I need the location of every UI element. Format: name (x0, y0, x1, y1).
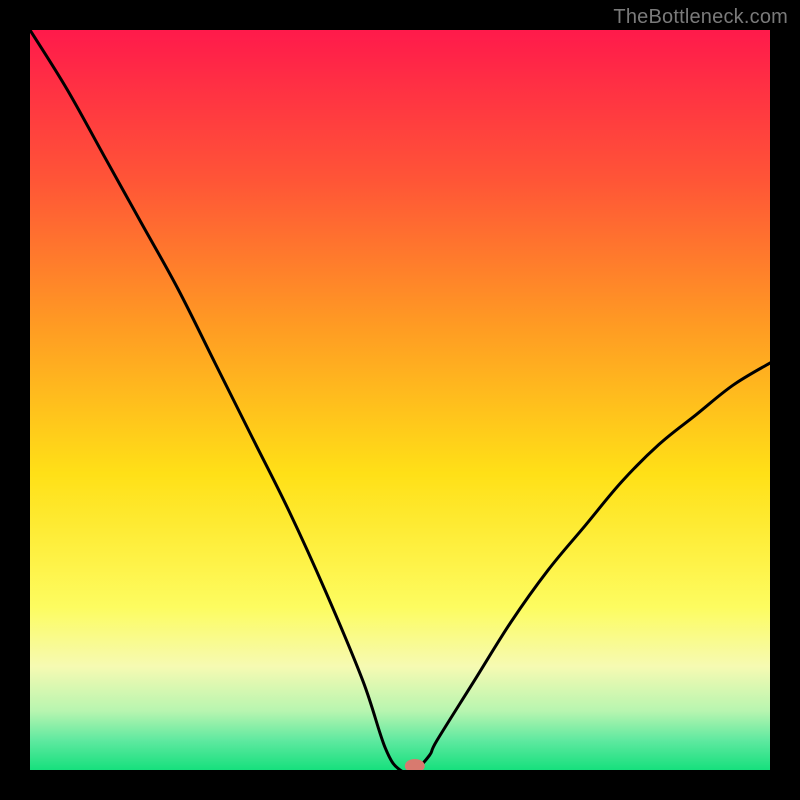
bottleneck-chart (30, 30, 770, 770)
attribution-text: TheBottleneck.com (613, 6, 788, 29)
chart-frame: TheBottleneck.com (0, 0, 800, 800)
gradient-background (30, 30, 770, 770)
